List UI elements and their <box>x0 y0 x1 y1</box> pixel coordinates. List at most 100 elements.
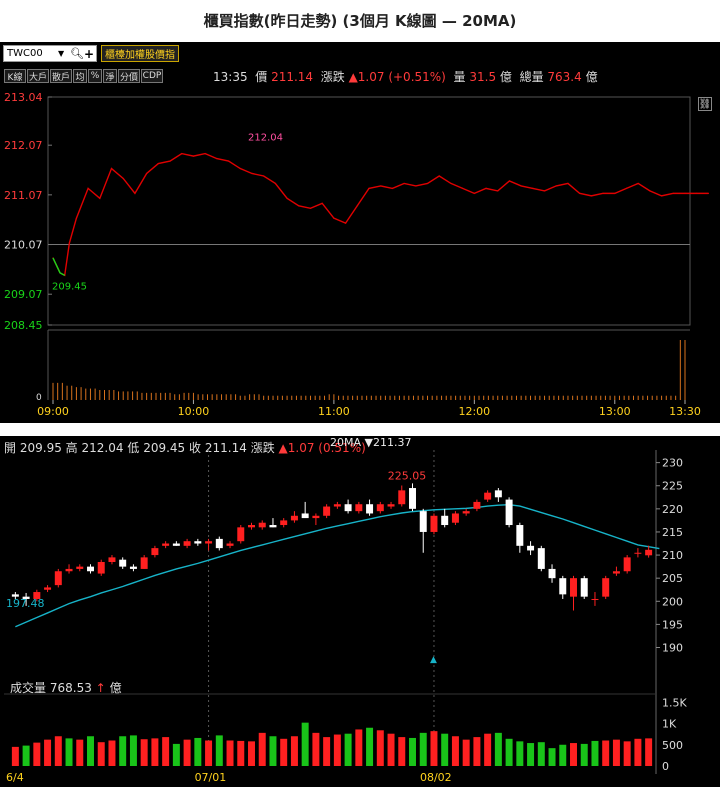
candle-body <box>183 541 191 546</box>
candle <box>516 522 524 553</box>
candle <box>376 501 384 514</box>
volume-bar <box>97 742 105 766</box>
candle-body <box>462 511 470 514</box>
candle <box>430 513 438 535</box>
data-point <box>298 205 300 207</box>
candle <box>215 536 223 551</box>
volume-bar <box>527 743 535 766</box>
candle-body <box>527 545 535 551</box>
candle-body <box>226 543 234 546</box>
page-title: 櫃買指數(昨日走勢) (3個月 K線圖 — 20MA) <box>203 11 517 30</box>
candle <box>623 555 631 574</box>
candle <box>612 566 620 576</box>
candle-body <box>505 499 513 526</box>
volume-bar <box>462 739 470 766</box>
candle-body <box>451 513 459 523</box>
volume-bar <box>258 732 266 766</box>
data-point <box>146 172 148 175</box>
volume-bar <box>129 735 137 766</box>
volume-bar <box>612 739 620 766</box>
candle-body <box>172 543 180 546</box>
x-tick-label: 08/02 <box>420 771 452 784</box>
intraday-chart: 213.04 212.07 211.07 210.07 209.07 208.45 212.… <box>4 91 710 418</box>
volume-bar <box>237 740 245 766</box>
candle-body <box>398 490 406 505</box>
data-point <box>555 185 557 187</box>
candle-body <box>140 557 148 569</box>
y-tick-label: 200 <box>662 595 683 608</box>
candle-body <box>258 522 266 528</box>
plot-frame <box>47 96 691 326</box>
candle-body <box>301 513 309 519</box>
volume-bar <box>226 740 234 766</box>
candle-body <box>87 566 94 572</box>
candle <box>451 511 459 526</box>
volume-bar <box>559 744 567 766</box>
candle-body <box>494 490 502 498</box>
volume-bar <box>280 738 288 766</box>
candle-body <box>215 538 223 549</box>
volume-bar <box>398 737 406 766</box>
volume-bar <box>323 737 331 766</box>
link-icon[interactable]: ⛓ <box>698 97 712 111</box>
volume-bar <box>108 740 116 766</box>
y-tick-label: 230 <box>662 457 683 470</box>
candle <box>183 538 191 549</box>
candle-body <box>129 566 137 569</box>
data-point <box>543 190 546 192</box>
volume-tick-label: 1K <box>662 718 677 731</box>
candle-body <box>419 511 427 532</box>
volume-bar <box>65 738 73 766</box>
candle <box>398 485 406 507</box>
volume-bar <box>634 738 642 766</box>
candle <box>484 490 492 502</box>
candle <box>570 575 577 611</box>
volume-bar <box>301 722 309 766</box>
data-point <box>333 217 335 219</box>
candle-body <box>194 541 202 544</box>
data-point <box>520 185 522 187</box>
volume-bar <box>151 738 159 766</box>
series-line <box>52 152 709 277</box>
y-tick-label: 225 <box>662 480 683 493</box>
candle-body <box>591 598 599 600</box>
data-point <box>227 160 230 162</box>
data-point <box>696 192 698 194</box>
volume-bar <box>623 741 631 766</box>
data-point <box>157 162 159 165</box>
data-point <box>532 187 534 189</box>
candle <box>559 575 567 599</box>
y-tick-label: 205 <box>662 572 683 585</box>
data-point <box>87 187 89 189</box>
candle-body <box>65 568 73 572</box>
volume-bar <box>22 745 30 766</box>
low-annotation: 209.45 <box>52 281 87 292</box>
x-tick-label: 09:00 <box>37 405 69 418</box>
candle-body <box>430 515 438 532</box>
volume-bar <box>87 736 94 766</box>
volume-bar <box>441 733 449 766</box>
volume-bar <box>580 743 588 766</box>
data-point <box>450 182 452 185</box>
volume-bar <box>76 739 84 766</box>
volume-bar <box>172 743 180 766</box>
volume-bar <box>570 743 577 766</box>
candle <box>323 504 331 519</box>
volume-tick-label: 1.5K <box>662 696 687 709</box>
candle <box>280 518 288 528</box>
candle-body <box>237 527 245 542</box>
high-annotation: 225.05 <box>388 470 427 483</box>
volume-bar <box>376 730 384 766</box>
candle-body <box>612 571 620 574</box>
data-point <box>75 217 78 219</box>
candle <box>494 488 502 502</box>
data-point <box>321 202 323 204</box>
data-point <box>602 192 604 194</box>
data-point <box>473 192 475 194</box>
candle-body <box>366 504 374 514</box>
candle-body <box>54 571 62 586</box>
y-tick-label: 212.07 <box>4 139 43 152</box>
candle-body <box>634 552 642 554</box>
candle <box>87 564 94 574</box>
data-point <box>274 182 276 185</box>
